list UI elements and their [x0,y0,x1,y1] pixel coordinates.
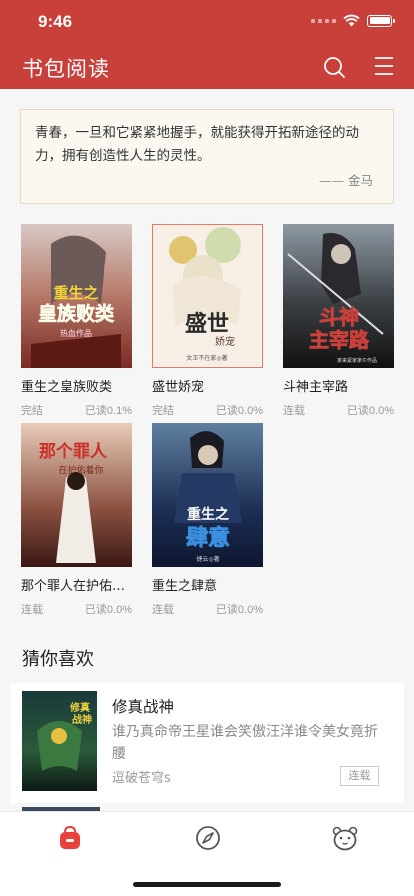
svg-text:娇宠: 娇宠 [215,335,235,348]
recommend-status-badge: 连载 [340,766,379,786]
signal-icon [311,18,336,23]
battery-icon [367,14,395,27]
book-cover[interactable]: 斗神 主宰路 家来紧家家©作品 [283,224,394,368]
home-indicator [133,882,281,887]
svg-text:修真: 修真 [69,701,90,714]
svg-text:捷云◎著: 捷云◎著 [196,555,219,563]
recommend-description: 谁乃真命帝王星谁会笑傲汪洋谁令美女竟折腰 [112,724,378,762]
book-progress: 已读0.0% [84,604,132,616]
book-cover[interactable]: 重生之 皇族败类 热血作品 [21,224,132,368]
book-cover[interactable]: 重生之 肆意 捷云◎著 [152,423,263,567]
book-progress: 已读0.0% [215,604,263,616]
svg-text:女王不在家◎著: 女王不在家◎著 [186,354,227,362]
quote-author: —— 金马 [319,173,373,188]
svg-text:肆意: 肆意 [186,525,230,551]
section-title: 猜你喜欢 [22,649,94,670]
quote-text: 青春，一旦和它紧紧地握手，就能获得开拓新途径的动力，拥有创造性人生的灵性。 [35,125,359,164]
profile-bear-icon[interactable] [331,824,359,852]
shelf-book[interactable]: 斗神 主宰路 家来紧家家©作品 斗神主宰路 连载 已读0.0% [283,224,394,418]
svg-text:热血作品: 热血作品 [60,328,92,338]
book-title: 重生之肆意 [152,579,218,594]
cover-title: 重生之 [53,284,98,302]
book-progress: 已读0.0% [346,405,394,417]
book-title: 重生之皇族败类 [21,380,113,395]
app-header: 9:46 书包阅读 [0,0,414,89]
recommend-title: 修真战神 [112,698,175,716]
search-icon[interactable] [322,55,346,79]
svg-text:盛世: 盛世 [185,311,229,337]
book-status: 完结 [152,405,174,417]
book-status: 连载 [21,604,43,616]
svg-text:家来紧家家©作品: 家来紧家家©作品 [337,357,377,364]
menu-icon[interactable] [373,55,395,77]
app-title: 书包阅读 [22,57,110,81]
svg-text:皇族败类: 皇族败类 [38,302,114,325]
compass-icon[interactable] [194,824,222,852]
svg-text:主宰路: 主宰路 [309,328,370,352]
book-cover[interactable]: 盛世 娇宠 女王不在家◎著 [152,224,263,368]
status-time: 9:46 [38,12,73,31]
book-title: 斗神主宰路 [283,380,349,395]
book-status: 连载 [283,405,305,417]
svg-text:在护佑着你: 在护佑着你 [58,464,103,476]
book-status: 连载 [152,604,174,616]
recommend-cover[interactable]: 修真 战神 [22,691,97,791]
book-progress: 已读0.1% [84,405,132,417]
svg-text:战神: 战神 [72,713,92,726]
shelf-book[interactable]: 盛世 娇宠 女王不在家◎著 盛世娇宠 完结 已读0.0% [152,224,263,418]
wifi-icon [343,14,360,27]
status-icons [311,14,395,27]
recommend-author: 逗破苍穹s [112,771,171,786]
book-cover[interactable]: 那个罪人 在护佑着你 [21,423,132,567]
book-title: 那个罪人在护佑… [21,579,126,594]
shelf-book[interactable]: 重生之 皇族败类 热血作品 重生之皇族败类 完结 已读0.1% [21,224,132,418]
book-title: 盛世娇宠 [152,380,205,395]
book-progress: 已读0.0% [215,405,263,417]
book-status: 完结 [21,405,43,417]
recommend-item[interactable]: 修真 战神 修真战神 谁乃真命帝王星谁会笑傲汪洋谁令美女竟折腰 逗破苍穹s 连载 [10,683,404,803]
svg-text:重生之: 重生之 [187,506,229,523]
daily-quote: 青春，一旦和它紧紧地握手，就能获得开拓新途径的动力，拥有创造性人生的灵性。 ——… [20,109,394,204]
bookshelf-bag-icon[interactable] [56,824,84,852]
svg-text:斗神: 斗神 [319,305,359,329]
svg-text:那个罪人: 那个罪人 [39,441,108,462]
shelf-book[interactable]: 重生之 肆意 捷云◎著 重生之肆意 连载 已读0.0% [152,423,263,617]
shelf-book[interactable]: 那个罪人 在护佑着你 那个罪人在护佑… 连载 已读0.0% [21,423,132,617]
